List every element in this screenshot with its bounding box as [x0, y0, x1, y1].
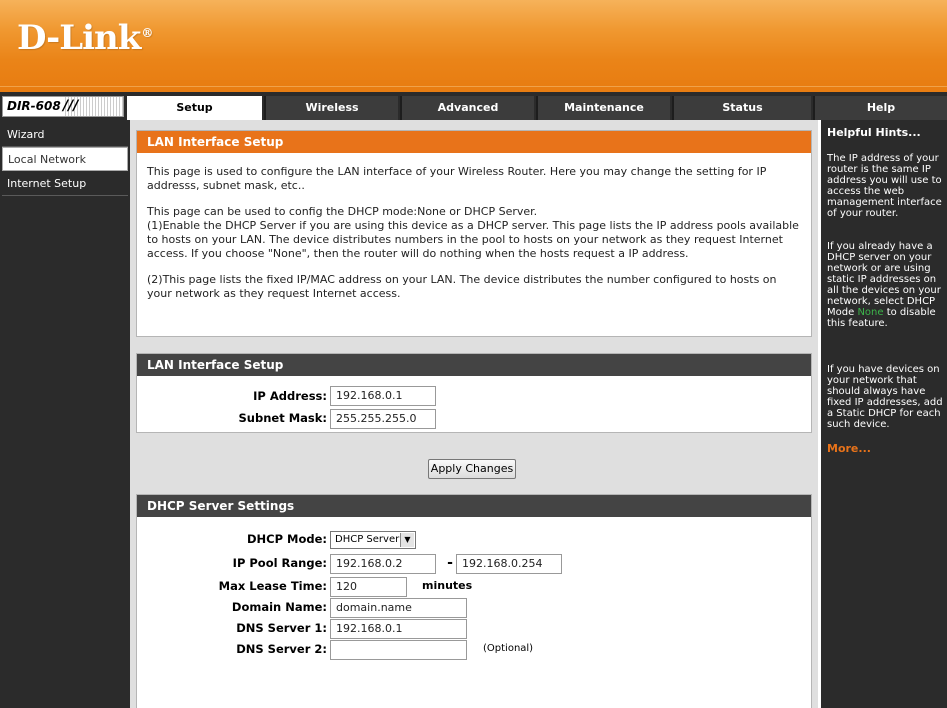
lease-unit-label: minutes — [422, 579, 473, 592]
hint-paragraph-2: If you already have a DHCP server on you… — [827, 241, 945, 329]
dhcp-title: DHCP Server Settings — [137, 495, 811, 517]
header-banner: D-Link® — [0, 0, 947, 86]
dns-server-2-optional-note: (Optional) — [483, 643, 534, 654]
dns-server-2-input[interactable] — [330, 640, 467, 660]
dns-server-1-label: DNS Server 1: — [236, 621, 327, 635]
model-badge: DIR-608 /// — [2, 96, 124, 117]
dhcp-mode-select[interactable]: DHCP Server ▼ — [330, 531, 416, 549]
tab-advanced[interactable]: Advanced — [400, 96, 534, 120]
intro-paragraph-2: This page can be used to config the DHCP… — [147, 205, 538, 218]
tab-status[interactable]: Status — [672, 96, 811, 120]
dns-server-2-label: DNS Server 2: — [236, 642, 327, 656]
dhcp-panel: DHCP Server Settings DHCP Mode: DHCP Ser… — [136, 494, 812, 708]
lan-title: LAN Interface Setup — [137, 354, 811, 376]
hint-paragraph-3: If you have devices on your network that… — [827, 364, 943, 430]
intro-paragraph-4: (2)This page lists the fixed IP/MAC addr… — [147, 273, 777, 300]
subnet-mask-label: Subnet Mask: — [238, 411, 328, 425]
logo-reg-mark: ® — [141, 25, 153, 40]
ip-pool-start-input[interactable]: 192.168.0.2 — [330, 554, 436, 574]
hints-title: Helpful Hints... — [827, 126, 921, 139]
intro-title: LAN Interface Setup — [137, 131, 811, 153]
tab-wireless[interactable]: Wireless — [264, 96, 398, 120]
apply-changes-button[interactable]: Apply Changes — [428, 459, 516, 479]
subnet-mask-input[interactable]: 255.255.255.0 — [330, 409, 436, 429]
main-content: LAN Interface Setup This page is used to… — [130, 120, 818, 708]
more-link[interactable]: More... — [827, 442, 871, 455]
model-slashes: /// — [63, 98, 79, 114]
ip-pool-range-label: IP Pool Range: — [232, 556, 327, 570]
ip-address-label: IP Address: — [253, 389, 327, 403]
chevron-down-icon[interactable]: ▼ — [400, 533, 414, 547]
logo-text: D-Link — [17, 18, 141, 58]
max-lease-time-label: Max Lease Time: — [218, 579, 327, 593]
model-label: DIR-608 — [3, 97, 65, 116]
domain-name-label: Domain Name: — [231, 600, 327, 614]
dhcp-mode-value: DHCP Server — [335, 534, 400, 545]
ip-pool-end-input[interactable]: 192.168.0.254 — [456, 554, 562, 574]
intro-panel: LAN Interface Setup This page is used to… — [136, 130, 812, 337]
pool-range-separator: - — [447, 555, 453, 571]
domain-name-input[interactable]: domain.name — [330, 598, 467, 618]
top-nav: DIR-608 /// Setup Wireless Advanced Main… — [0, 92, 947, 120]
tab-maintenance[interactable]: Maintenance — [536, 96, 670, 120]
intro-paragraph-1: This page is used to configure the LAN i… — [147, 165, 767, 192]
hint-p2-highlight: None — [857, 307, 884, 318]
dhcp-mode-label: DHCP Mode: — [246, 532, 327, 546]
tab-help[interactable]: Help — [813, 96, 947, 120]
dlink-logo: D-Link® — [17, 18, 153, 58]
sidebar-item-local-network[interactable]: Local Network — [2, 147, 128, 171]
helpful-hints-panel: Helpful Hints... The IP address of your … — [821, 120, 947, 708]
sidebar-item-wizard[interactable]: Wizard — [2, 123, 128, 147]
tab-setup[interactable]: Setup — [127, 96, 262, 120]
ip-address-input[interactable]: 192.168.0.1 — [330, 386, 436, 406]
max-lease-time-input[interactable]: 120 — [330, 577, 407, 597]
sidebar-item-internet-setup[interactable]: Internet Setup — [2, 172, 128, 196]
hint-paragraph-1: The IP address of your router is the sam… — [827, 153, 942, 219]
lan-panel: LAN Interface Setup IP Address: 192.168.… — [136, 353, 812, 433]
intro-paragraph-3: (1)Enable the DHCP Server if you are usi… — [147, 219, 799, 260]
dns-server-1-input[interactable]: 192.168.0.1 — [330, 619, 467, 639]
left-sidebar: Wizard Local Network Internet Setup — [0, 120, 130, 708]
